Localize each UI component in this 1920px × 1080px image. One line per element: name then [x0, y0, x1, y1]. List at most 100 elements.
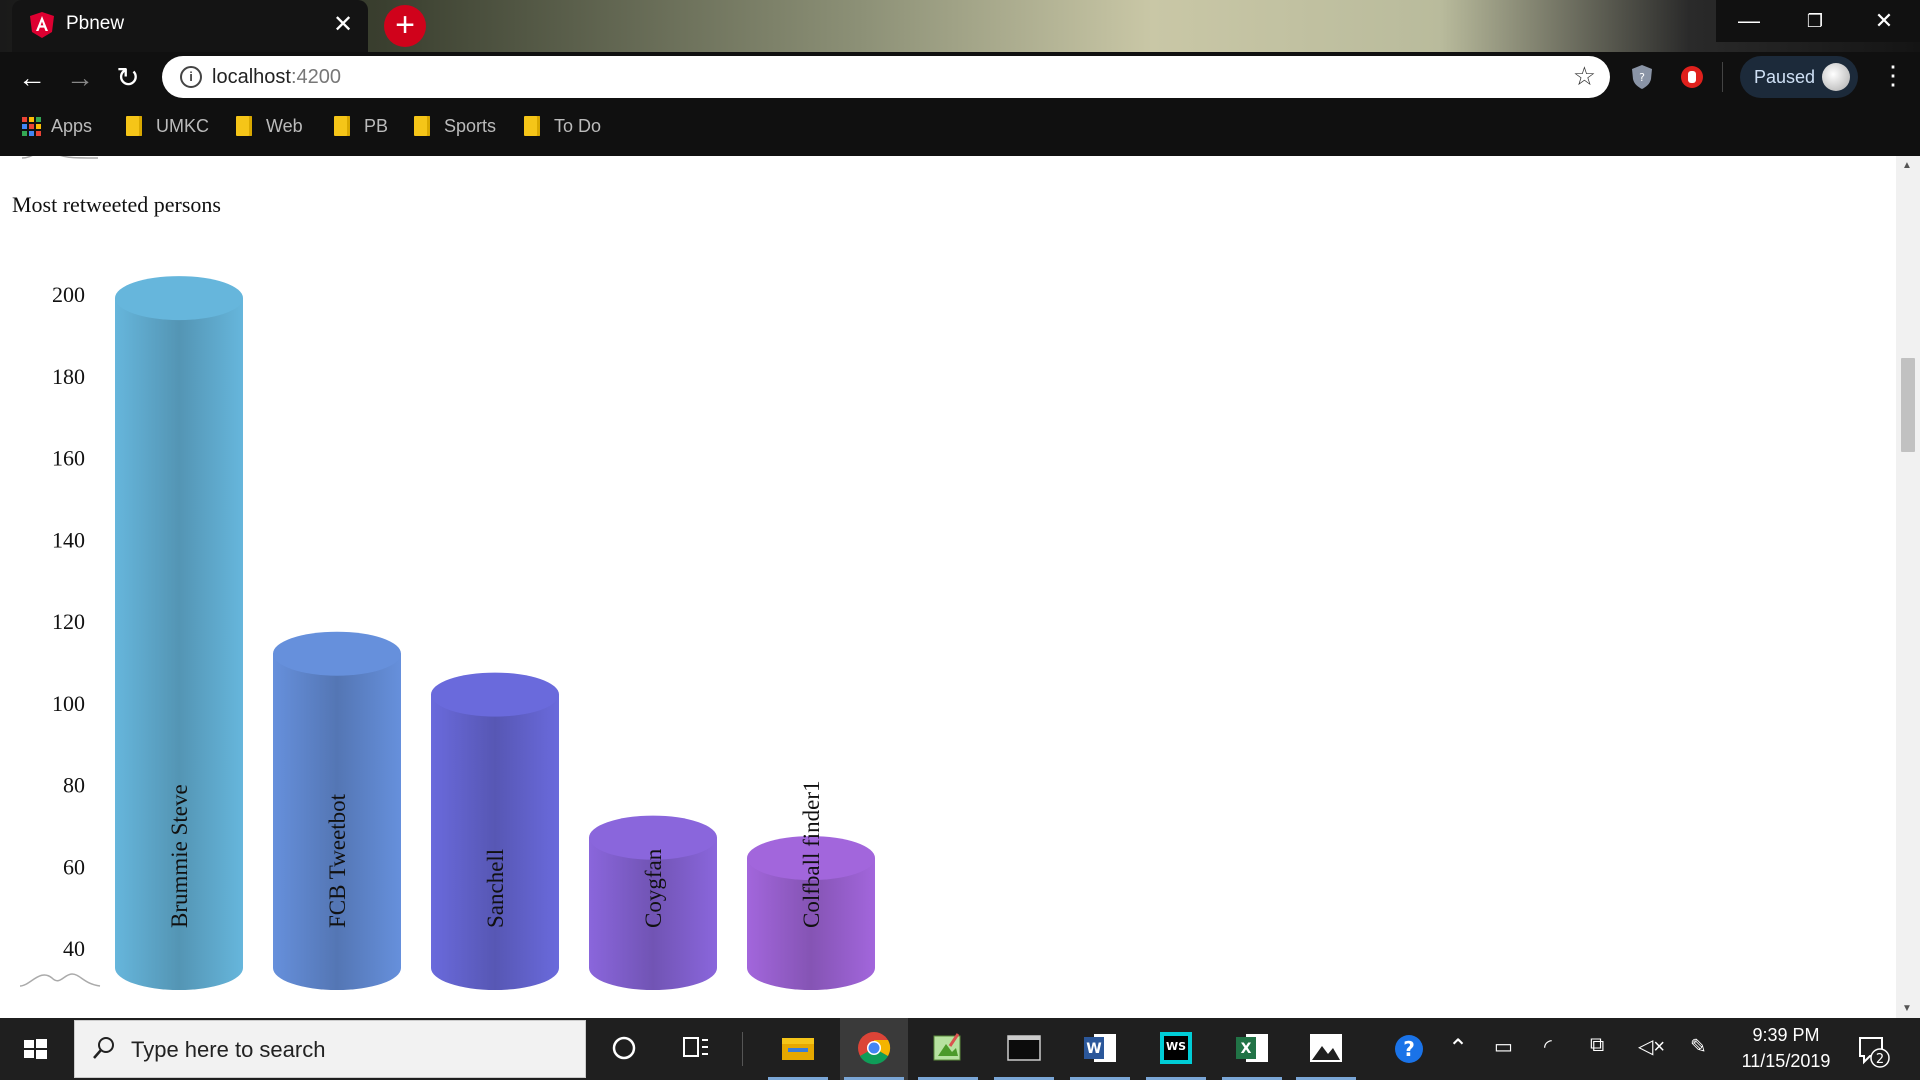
folder-icon	[414, 116, 430, 136]
task-view-icon[interactable]	[676, 1028, 716, 1068]
browser-title-bar: Pbnew ✕ + — ❐ ✕	[0, 0, 1920, 52]
scrollbar-thumb[interactable]	[1901, 358, 1915, 452]
bar-top	[431, 672, 559, 717]
cortana-icon[interactable]	[604, 1028, 644, 1068]
wifi-icon[interactable]: ◜	[1544, 1034, 1552, 1059]
notifications-icon[interactable]: 2	[1856, 1034, 1892, 1068]
y-tick-label: 80	[63, 773, 85, 798]
terminal-icon[interactable]	[1004, 1028, 1044, 1068]
apps-grid-icon	[22, 116, 41, 136]
bookmark-to-do[interactable]: To Do	[524, 108, 601, 144]
y-tick-label: 100	[52, 691, 85, 716]
site-info-icon[interactable]: i	[180, 66, 202, 88]
bar-label: Brummie Steve	[167, 784, 192, 928]
clock-time: 9:39 PM	[1752, 1025, 1820, 1045]
notification-count: 2	[1876, 1052, 1884, 1067]
bookmark-star-icon[interactable]: ☆	[1573, 61, 1596, 92]
bar-base	[273, 946, 401, 990]
y-tick-label: 200	[52, 282, 85, 307]
taskbar-divider	[742, 1032, 743, 1066]
y-tick-label: 60	[63, 854, 85, 879]
bar[interactable]: Colfball finder1	[747, 780, 875, 990]
volume-muted-icon[interactable]: ◁×	[1638, 1034, 1665, 1059]
bar-top	[115, 276, 243, 321]
chart-title: Most retweeted persons	[12, 192, 221, 217]
chrome-icon[interactable]	[854, 1028, 894, 1068]
reload-icon[interactable]: ↻	[108, 62, 148, 94]
svg-text:?: ?	[1403, 1037, 1415, 1061]
avatar	[1822, 63, 1850, 91]
bookmarks-bar: Apps UMKC Web PB Sports To Do	[0, 108, 1920, 144]
bar-top	[273, 631, 401, 676]
excel-icon[interactable]: X	[1232, 1028, 1272, 1068]
bar-base	[431, 946, 559, 990]
folder-icon	[236, 116, 252, 136]
y-tick-label: 40	[63, 936, 85, 961]
svg-text:X: X	[1241, 1041, 1252, 1057]
profile-status: Paused	[1754, 67, 1816, 87]
bookmark-pb[interactable]: PB	[334, 108, 388, 144]
loader-wave-icon	[21, 156, 99, 159]
pen-icon[interactable]: ✎	[1690, 1034, 1707, 1059]
tab-title: Pbnew	[66, 13, 125, 34]
taskbar-search-box[interactable]: Type here to search	[74, 1020, 586, 1078]
loader-wave-icon	[19, 973, 101, 987]
clock-date: 11/15/2019	[1741, 1051, 1831, 1071]
bookmark-sports[interactable]: Sports	[414, 108, 496, 144]
profile-button[interactable]: Paused	[1740, 56, 1858, 98]
address-bar[interactable]: i localhost:4200 ☆	[162, 56, 1610, 98]
page-scrollbar[interactable]: ▲ ▼	[1896, 156, 1920, 1018]
shield-extension-icon[interactable]: ?	[1630, 64, 1654, 90]
folder-icon	[334, 116, 350, 136]
menu-kebab-icon[interactable]: ⋮	[1880, 60, 1906, 91]
new-tab-button[interactable]: +	[384, 5, 426, 47]
search-placeholder: Type here to search	[131, 1037, 326, 1062]
meet-now-icon[interactable]: ⧉	[1590, 1034, 1604, 1057]
bars-group: Brummie Steve FCB Tweetbot Sanchell Coygfan…	[115, 276, 875, 990]
word-icon[interactable]: W	[1080, 1028, 1120, 1068]
battery-icon[interactable]: ▭	[1494, 1034, 1513, 1059]
url-text[interactable]: localhost:4200	[212, 66, 341, 89]
help-icon[interactable]: ?	[1392, 1032, 1426, 1066]
browser-tab[interactable]: Pbnew ✕	[12, 0, 368, 52]
paint-icon[interactable]	[928, 1028, 968, 1068]
webstorm-icon[interactable]: WS	[1156, 1028, 1196, 1068]
restore-icon[interactable]: ❐	[1782, 0, 1848, 42]
bookmark-umkc[interactable]: UMKC	[126, 108, 209, 144]
close-window-icon[interactable]: ✕	[1848, 0, 1920, 42]
search-icon	[93, 1037, 114, 1059]
close-tab-icon[interactable]: ✕	[330, 10, 356, 39]
scroll-up-icon[interactable]: ▲	[1902, 160, 1912, 171]
chevron-up-icon[interactable]: ⌃	[1448, 1034, 1468, 1063]
folder-icon	[524, 116, 540, 136]
windows-taskbar: Type here to search W WS X ? ⌃ ▭ ◜ ⧉ ◁× …	[0, 1018, 1920, 1080]
bar[interactable]: Sanchell	[431, 672, 559, 990]
forward-arrow-icon[interactable]: →	[60, 62, 100, 94]
svg-text:W: W	[1086, 1041, 1101, 1057]
folder-icon	[126, 116, 142, 136]
bar-label: Sanchell	[483, 849, 508, 928]
bar[interactable]: FCB Tweetbot	[273, 631, 401, 990]
file-explorer-icon[interactable]	[778, 1028, 818, 1068]
bookmark-apps[interactable]: Apps	[22, 108, 92, 144]
bar-label: Colfball finder1	[799, 780, 824, 928]
photos-icon[interactable]	[1306, 1028, 1346, 1068]
back-arrow-icon[interactable]: ←	[12, 62, 52, 94]
retweet-chart: 40 60 80 100 120 140 160 180 200 Brummie Steve FC…	[19, 156, 875, 990]
bookmark-web[interactable]: Web	[236, 108, 303, 144]
adblock-extension-icon[interactable]	[1680, 64, 1704, 90]
bar-base	[589, 946, 717, 990]
bar-label: Coygfan	[641, 848, 666, 928]
y-tick-label: 160	[52, 446, 85, 471]
y-axis: 40 60 80 100 120 140 160 180 200	[52, 282, 85, 961]
svg-text:?: ?	[1639, 71, 1645, 84]
scroll-down-icon[interactable]: ▼	[1902, 1003, 1912, 1014]
minimize-icon[interactable]: —	[1716, 0, 1782, 42]
bar-label: FCB Tweetbot	[325, 793, 350, 928]
page-content: 40 60 80 100 120 140 160 180 200 Brummie Steve FC…	[0, 156, 1896, 1018]
bar[interactable]: Brummie Steve	[115, 276, 243, 990]
windows-start-icon[interactable]	[0, 1018, 70, 1080]
bar[interactable]: Coygfan	[589, 815, 717, 990]
y-tick-label: 140	[52, 527, 85, 552]
system-clock[interactable]: 9:39 PM 11/15/2019	[1716, 1022, 1856, 1074]
